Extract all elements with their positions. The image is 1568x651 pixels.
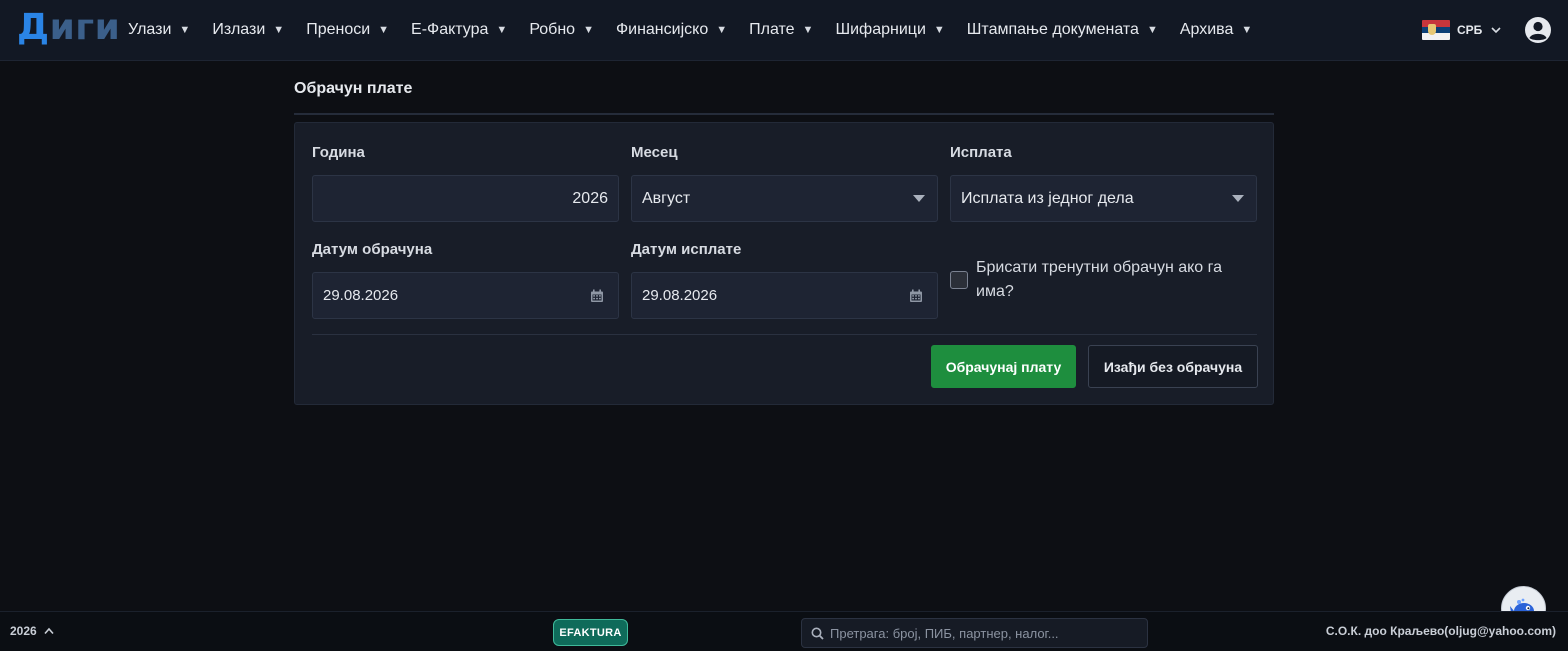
menu-item-izlazi[interactable]: Излази ▼: [212, 21, 284, 39]
caret-down-icon: ▼: [716, 24, 728, 36]
app-logo[interactable]: Диги: [17, 6, 120, 50]
user-account-icon[interactable]: [1524, 16, 1552, 44]
caret-down-icon: ▼: [583, 24, 594, 36]
month-value: Август: [642, 189, 691, 207]
chevron-up-icon: [44, 627, 54, 635]
serbia-flag-icon: [1422, 20, 1450, 40]
caret-down-icon: ▼: [378, 24, 390, 36]
year-label: Година: [312, 144, 365, 161]
chevron-down-icon: [1491, 27, 1501, 34]
exit-without-calculation-button[interactable]: Изађи без обрачуна: [1088, 345, 1258, 388]
dropdown-arrow-icon: [913, 195, 925, 202]
menu-item-finansijsko[interactable]: Финансијско ▼: [616, 21, 727, 39]
menu-item-plate[interactable]: Плате ▼: [749, 21, 813, 39]
menu-item-robno[interactable]: Робно ▼: [529, 21, 594, 39]
calc-date-value: 29.08.2026: [323, 287, 399, 304]
calendar-icon[interactable]: [909, 289, 923, 303]
caret-down-icon: ▼: [273, 24, 285, 36]
language-label: СРБ: [1457, 23, 1483, 37]
caret-down-icon: ▼: [802, 24, 814, 36]
menu-item-label: Архива: [1179, 21, 1234, 38]
menu-item-stampanje[interactable]: Штампање докумената ▼: [967, 21, 1158, 39]
month-select[interactable]: Август: [631, 175, 938, 222]
payment-select[interactable]: Исплата из једног дела: [950, 175, 1257, 222]
calc-date-label: Датум обрачуна: [312, 241, 433, 258]
menu-item-label: Штампање докумената: [966, 21, 1139, 38]
company-info: С.О.К. доо Краљево(oljug@yahoo.com): [1325, 624, 1556, 638]
pay-date-label: Датум исплате: [631, 241, 742, 258]
payment-label: Исплата: [950, 144, 1012, 161]
footer-year-value: 2026: [10, 624, 37, 638]
search-icon: [811, 627, 824, 640]
payment-value: Исплата из једног дела: [961, 189, 1134, 207]
logo-rest: иги: [49, 7, 121, 48]
footer-search-box[interactable]: [801, 618, 1148, 648]
caret-down-icon: ▼: [179, 24, 191, 36]
menu-item-label: Е-Фактура: [411, 21, 489, 38]
menu-item-label: Преноси: [306, 21, 371, 38]
dropdown-arrow-icon: [1232, 195, 1244, 202]
pay-date-value: 29.08.2026: [642, 287, 718, 304]
menu-item-prenosi[interactable]: Преноси ▼: [306, 21, 389, 39]
menu-item-label: Плате: [749, 21, 795, 38]
menu-item-label: Финансијско: [615, 21, 709, 38]
month-label: Месец: [631, 144, 678, 161]
pay-date-input[interactable]: 29.08.2026: [631, 272, 938, 319]
logo-first-letter: Д: [17, 7, 50, 48]
footer-year-selector[interactable]: 2026: [10, 624, 54, 638]
caret-down-icon: ▼: [496, 24, 508, 36]
calculate-salary-button[interactable]: Обрачунај плату: [931, 345, 1076, 388]
menu-item-label: Шифарници: [835, 21, 926, 38]
menu-item-ulazi[interactable]: Улази ▼: [128, 21, 190, 39]
year-value: 2026: [572, 189, 608, 207]
menu-item-arhiva[interactable]: Архива ▼: [1180, 21, 1252, 39]
menu-item-label: Излази: [212, 21, 266, 38]
status-footer: 2026 EFAKTURA С.О.К. доо Краљево(oljug@y…: [0, 611, 1568, 651]
caret-down-icon: ▼: [933, 24, 945, 36]
top-navbar: Диги Улази ▼ Излази ▼ Преноси ▼ Е-Фактура ▼ …: [0, 0, 1568, 61]
menu-item-sifarnici[interactable]: Шифарници ▼: [835, 21, 944, 39]
year-input[interactable]: 2026: [312, 175, 619, 222]
payroll-form-card: Година 2026 Месец Август Исплата Исплата…: [294, 122, 1274, 405]
calendar-icon[interactable]: [590, 289, 604, 303]
form-divider: [312, 334, 1257, 335]
caret-down-icon: ▼: [1146, 24, 1158, 36]
menu-item-efaktura[interactable]: Е-Фактура ▼: [411, 21, 507, 39]
delete-existing-label[interactable]: Брисати тренутни обрачун ако га има?: [976, 256, 1256, 304]
calc-date-input[interactable]: 29.08.2026: [312, 272, 619, 319]
caret-down-icon: ▼: [1241, 24, 1253, 36]
efaktura-badge[interactable]: EFAKTURA: [553, 619, 628, 646]
language-selector[interactable]: СРБ: [1422, 20, 1502, 40]
menu-item-label: Улази: [128, 21, 172, 38]
footer-search-input[interactable]: [830, 625, 1130, 641]
page-title: Обрачун плате: [294, 80, 413, 97]
menu-item-label: Робно: [529, 21, 576, 38]
title-divider: [294, 113, 1274, 115]
main-menu: Улази ▼ Излази ▼ Преноси ▼ Е-Фактура ▼ Робно…: [128, 0, 1274, 60]
delete-existing-checkbox[interactable]: [950, 271, 968, 289]
